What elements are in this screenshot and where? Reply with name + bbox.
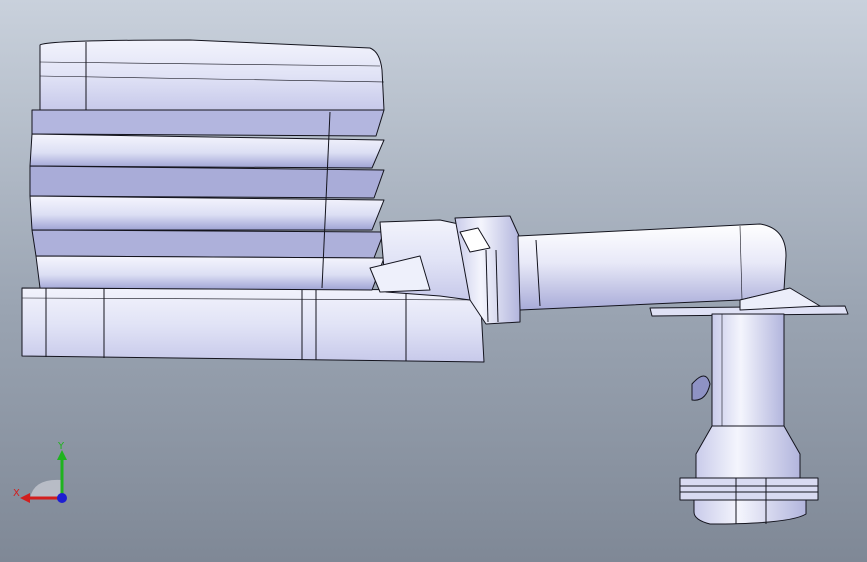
axis-triad: Y X: [13, 441, 67, 503]
triad-plane: [30, 479, 62, 498]
bellows-body: [29, 39, 385, 291]
z-axis-dot: [57, 493, 67, 503]
cad-viewport[interactable]: [0, 0, 867, 562]
x-axis-label: X: [13, 488, 20, 499]
horizontal-tube: [517, 223, 787, 311]
x-arrow-icon: [20, 493, 30, 503]
y-axis-label: Y: [57, 441, 65, 452]
base-plate: [21, 287, 485, 363]
vertical-column: [679, 313, 819, 525]
